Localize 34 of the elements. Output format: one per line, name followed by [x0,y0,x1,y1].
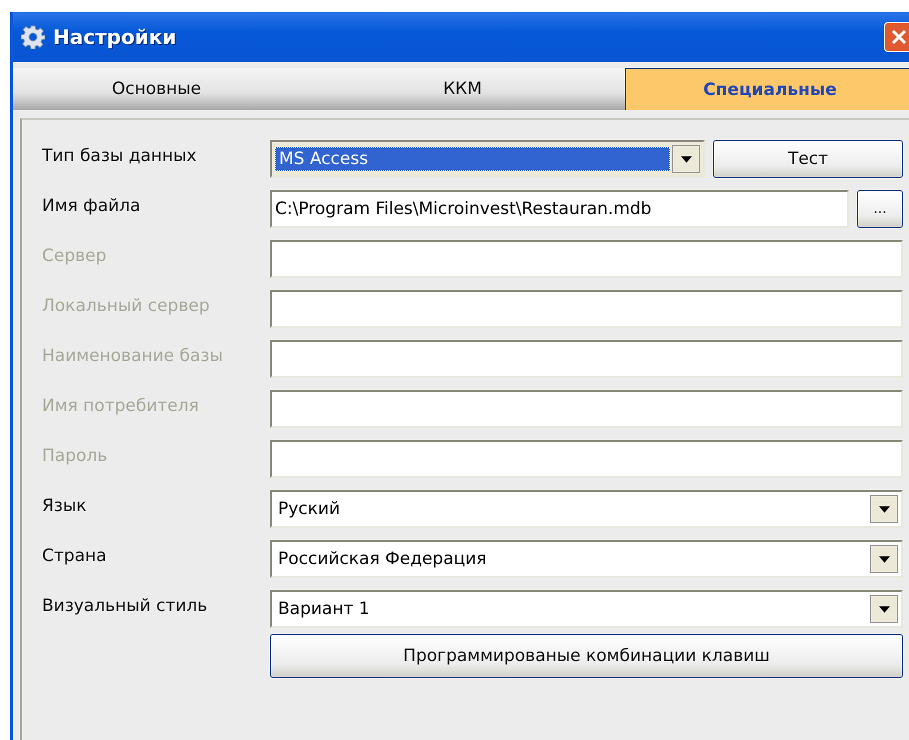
dropdown-value: Руский [277,498,342,520]
dropdown-field[interactable]: Российская Федерация [270,540,903,578]
field-label: Визуальный стиль [42,595,208,618]
input-field[interactable] [270,290,903,328]
dropdown-value: MS Access [275,147,670,171]
dropdown-field[interactable]: Вариант 1 [270,590,903,628]
input-field[interactable] [270,390,903,428]
tab[interactable]: Основные [13,68,300,110]
field-label: Локальный сервер [42,295,211,318]
input-field[interactable] [270,440,903,478]
dropdown-field[interactable]: MS Access [270,140,705,178]
field-label: Имя потребителя [42,395,200,418]
input-field[interactable] [270,340,903,378]
dropdown-field[interactable]: Руский [270,490,903,528]
field-label: Язык [42,495,88,518]
field-label: Имя файла [42,195,142,218]
window-title: Настройки [53,25,176,49]
input-field[interactable]: C:\Program Files\Microinvest\Restauran.mdb [270,190,849,228]
shortcuts-button[interactable]: Программированые комбинации клавиш [270,634,903,678]
field-label: Сервер [42,245,108,268]
field-label: Тип базы данных [42,145,198,168]
field-label: Пароль [42,445,108,468]
input-field[interactable] [270,240,903,278]
close-icon [889,27,909,47]
tab[interactable]: ККМ [300,68,625,110]
field-label: Наименование базы [42,345,224,368]
field-label: Страна [42,545,108,568]
tab[interactable]: Специальные [625,68,909,110]
close-button[interactable] [884,22,909,52]
dropdown-value: Вариант 1 [277,598,371,620]
dropdown-value: Российская Федерация [277,548,488,570]
test-button[interactable]: Тест [713,140,903,178]
browse-button[interactable]: ... [857,190,903,228]
gear-icon [21,25,45,49]
